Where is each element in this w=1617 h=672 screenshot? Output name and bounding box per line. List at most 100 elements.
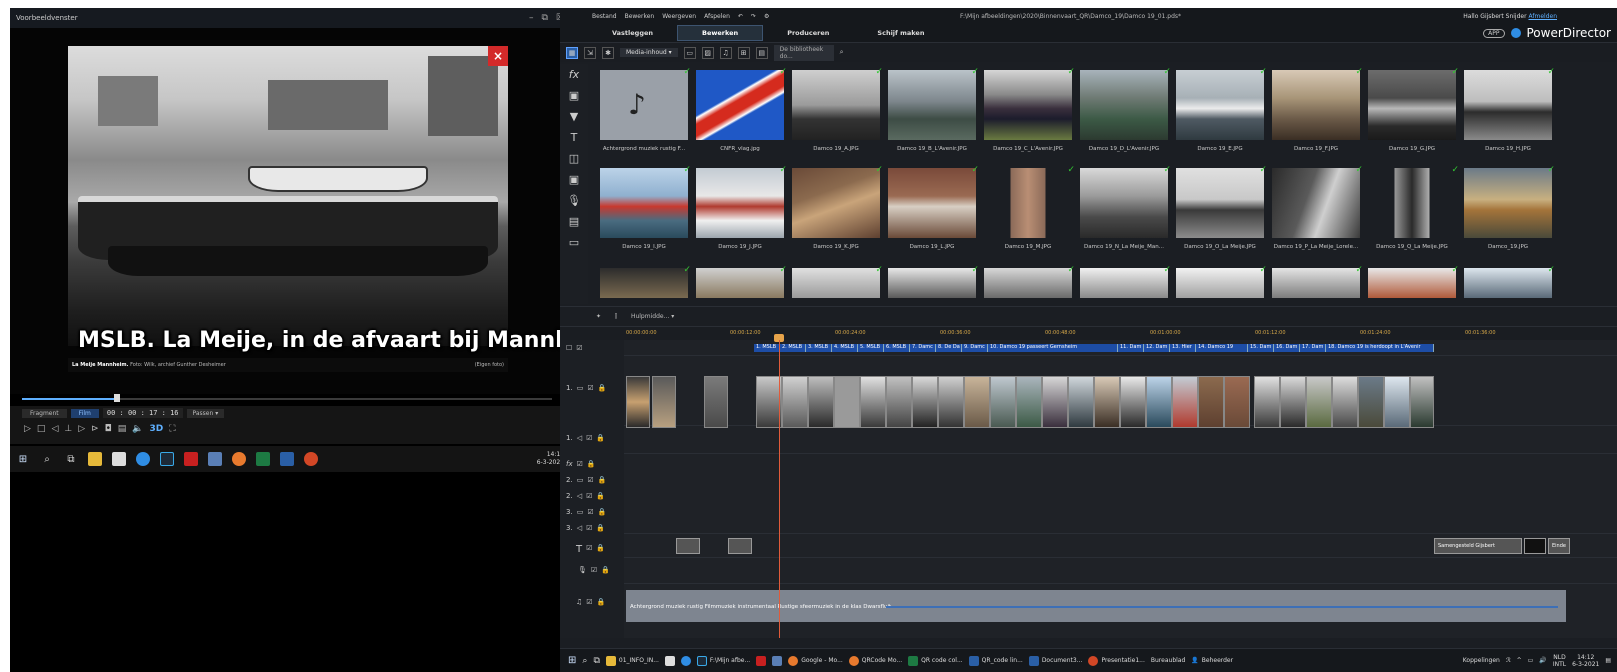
checkbox-icon[interactable]: ☑ bbox=[586, 598, 592, 606]
video-clip[interactable] bbox=[1120, 376, 1146, 428]
subtitle-room-icon[interactable]: ▭ bbox=[569, 236, 579, 249]
video-clip[interactable] bbox=[1306, 376, 1332, 428]
video-clip[interactable] bbox=[938, 376, 964, 428]
chapter-marker[interactable]: 1. MSLB bbox=[754, 344, 780, 352]
taskbar-item[interactable]: Document3... bbox=[1028, 655, 1082, 666]
pip-icon[interactable]: ▣ bbox=[569, 89, 579, 102]
snapshot-icon[interactable]: ◘ bbox=[105, 424, 112, 434]
taskbar-item[interactable]: F:\Mijn afbe... bbox=[696, 655, 750, 666]
video-clip[interactable] bbox=[1146, 376, 1172, 428]
chapter-marker[interactable]: 4. MSLB bbox=[832, 344, 858, 352]
helper-tools-dropdown[interactable]: Hulpmidde... ▾ bbox=[631, 313, 674, 320]
menu-edit[interactable]: Bewerken bbox=[625, 13, 655, 20]
fit-dropdown[interactable]: Passen ▾ bbox=[186, 408, 225, 418]
video-clip[interactable] bbox=[808, 376, 834, 428]
lock-icon[interactable]: 🔒 bbox=[598, 508, 607, 516]
video-clip[interactable] bbox=[782, 376, 808, 428]
store-icon[interactable] bbox=[112, 452, 126, 466]
taskbar-item[interactable] bbox=[664, 655, 675, 666]
media-tile[interactable]: ✓ Damco 19_M.JPG bbox=[984, 165, 1075, 250]
title-clip[interactable]: Samengesteld Gijsbert bbox=[1434, 538, 1522, 554]
video-filter-icon[interactable]: ▭ bbox=[683, 46, 696, 59]
fx-icon[interactable]: fx bbox=[569, 68, 579, 81]
media-tile[interactable]: ✓ Damco 19_K.JPG bbox=[792, 165, 883, 250]
excel-icon[interactable] bbox=[256, 452, 270, 466]
video-clip[interactable] bbox=[990, 376, 1016, 428]
timecode-display[interactable]: 00 : 00 : 17 : 16 bbox=[102, 408, 183, 418]
chapter-marker[interactable]: 9. Damc bbox=[962, 344, 988, 352]
timeline-zoom[interactable] bbox=[560, 638, 1617, 648]
image-filter-icon[interactable]: ▨ bbox=[701, 46, 714, 59]
undo-icon[interactable]: ↶ bbox=[738, 13, 743, 20]
prev-frame-icon[interactable]: ◁ bbox=[51, 424, 58, 434]
taskbar-item[interactable] bbox=[680, 655, 691, 666]
settings-icon[interactable]: ⚙ bbox=[764, 13, 769, 20]
chapter-marker[interactable]: 5. MSLB bbox=[858, 344, 884, 352]
powerpoint-icon[interactable] bbox=[304, 452, 318, 466]
search-icon[interactable]: ⌕ bbox=[582, 656, 587, 666]
import-icon[interactable]: ⇲ bbox=[584, 46, 596, 59]
media-tile[interactable]: ♪ ✓ Achtergrond muziek rustig F... bbox=[600, 67, 691, 152]
app-button[interactable]: APP bbox=[1483, 28, 1505, 38]
scrubber-handle[interactable] bbox=[114, 394, 121, 402]
tray-clock[interactable]: 14:12 6-3-2021 bbox=[1572, 654, 1599, 668]
transition-icon[interactable]: ◫ bbox=[569, 152, 579, 165]
chapter-icon[interactable]: ▤ bbox=[569, 215, 579, 228]
video-clip[interactable] bbox=[1016, 376, 1042, 428]
taskbar-toolbar[interactable]: 👤 Beheerder bbox=[1191, 657, 1233, 664]
grid-view-icon[interactable]: ⊞ bbox=[737, 46, 750, 59]
firefox-icon[interactable] bbox=[232, 452, 246, 466]
menu-view[interactable]: Weergeven bbox=[662, 13, 696, 20]
chapter-marker[interactable]: 6. MSLB bbox=[884, 344, 910, 352]
media-tile[interactable]: ✓ Damco 19_O_La Meije.JPG bbox=[1176, 165, 1267, 250]
word-icon[interactable] bbox=[280, 452, 294, 466]
media-tile[interactable]: ✓ Damco 19_F.JPG bbox=[1272, 67, 1363, 152]
media-tile[interactable]: ✓ Damco 19_N_La Meije_Man... bbox=[1080, 165, 1171, 250]
media-tile[interactable]: ✓ bbox=[1368, 265, 1459, 298]
library-search-input[interactable]: De bibliotheek do... bbox=[773, 44, 834, 61]
video-clip[interactable] bbox=[1332, 376, 1358, 428]
video-clip[interactable] bbox=[704, 376, 728, 428]
checkbox-icon[interactable]: ☑ bbox=[576, 344, 582, 352]
language-indicator[interactable]: NLD INTL bbox=[1553, 654, 1566, 668]
3d-icon[interactable]: 3D bbox=[150, 424, 164, 434]
media-filter-dropdown[interactable]: Media-inhoud ▾ bbox=[620, 48, 678, 57]
checkbox-icon[interactable]: ☑ bbox=[586, 492, 592, 500]
speaker-icon[interactable]: 🔊 bbox=[1539, 657, 1546, 664]
network-icon[interactable]: ▭ bbox=[1528, 657, 1534, 664]
plugin-icon[interactable]: ✱ bbox=[602, 46, 614, 59]
media-tile[interactable]: ✓ bbox=[1272, 265, 1363, 298]
restore-icon[interactable]: ⧉ bbox=[541, 13, 547, 23]
checkbox-icon[interactable]: ☑ bbox=[586, 434, 592, 442]
close-overlay-icon[interactable]: × bbox=[488, 46, 508, 66]
chapter-marker[interactable]: 14. Damco 19 bbox=[1196, 344, 1248, 352]
media-tile[interactable]: ✓ Damco 19_A.JPG bbox=[792, 67, 883, 152]
lock-icon[interactable]: 🔒 bbox=[601, 566, 610, 574]
video-clip[interactable] bbox=[1358, 376, 1384, 428]
lock-icon[interactable]: 🔒 bbox=[598, 476, 607, 484]
media-tile[interactable]: ✓ CNFR_vlag.jpg bbox=[696, 67, 787, 152]
video-clip[interactable] bbox=[860, 376, 886, 428]
voice-icon[interactable]: 🎙 bbox=[567, 194, 581, 207]
media-tile[interactable]: ✓ Damco 19_I.JPG bbox=[600, 165, 691, 250]
taskbar-item[interactable]: 01_INFO_IN... bbox=[605, 655, 659, 666]
media-tile[interactable]: ✓ Damco 19_C_L'Avenir.JPG bbox=[984, 67, 1075, 152]
media-tile[interactable]: ✓ bbox=[1176, 265, 1267, 298]
checkbox-icon[interactable]: ☑ bbox=[587, 476, 593, 484]
media-tile[interactable]: ✓ bbox=[600, 265, 691, 298]
taskbar-item[interactable] bbox=[756, 655, 767, 666]
video-clip[interactable] bbox=[1280, 376, 1306, 428]
video-clip[interactable] bbox=[1384, 376, 1410, 428]
media-tile[interactable]: ✓ bbox=[1080, 265, 1171, 298]
minimize-icon[interactable]: – bbox=[529, 13, 534, 23]
checkbox-icon[interactable]: ☐ bbox=[566, 344, 572, 352]
chapter-marker[interactable]: 7. Damc bbox=[910, 344, 936, 352]
audio-mixer-icon[interactable]: ▣ bbox=[569, 173, 579, 186]
checkbox-icon[interactable]: ☑ bbox=[586, 524, 592, 532]
chapter-marker[interactable]: 15. Dam bbox=[1248, 344, 1274, 352]
chapter-marker[interactable]: 3. MSLB bbox=[806, 344, 832, 352]
lock-icon[interactable]: 🔒 bbox=[596, 524, 605, 532]
title-icon[interactable]: T bbox=[571, 131, 578, 144]
video-clip[interactable] bbox=[652, 376, 676, 428]
preview-scrubber[interactable] bbox=[22, 394, 552, 402]
